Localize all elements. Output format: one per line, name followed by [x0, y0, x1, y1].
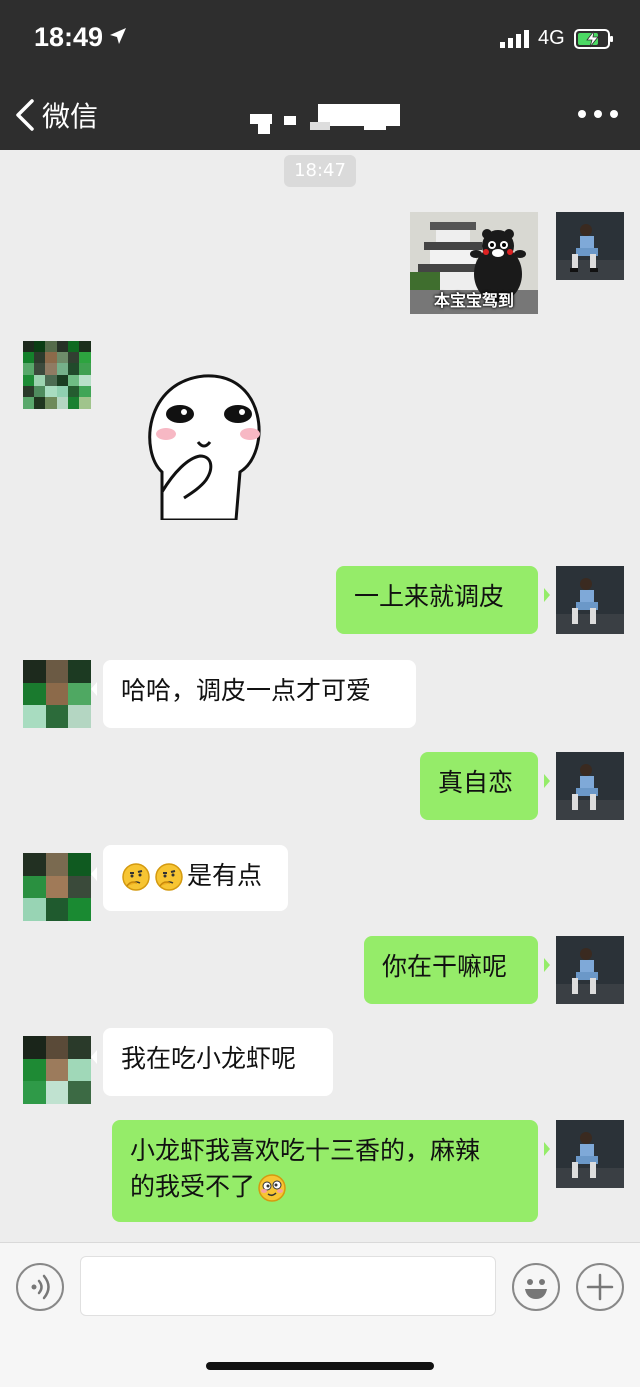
my-avatar[interactable]: [556, 566, 624, 634]
contact-message-bubble[interactable]: 是有点: [91, 845, 288, 911]
plus-button[interactable]: [576, 1263, 624, 1311]
message-input-bar: [0, 1242, 640, 1387]
user-avatar-photo: [556, 1120, 624, 1188]
thinking-emoji-icon: [155, 863, 183, 891]
chat-title-redacted: [250, 104, 400, 134]
signal-icon: [500, 30, 529, 48]
dizzy-emoji-icon: [258, 1174, 286, 1202]
back-label: 微信: [42, 100, 99, 133]
my-message-bubble[interactable]: 一上来就调皮: [336, 566, 550, 634]
location-arrow-icon: [110, 28, 126, 44]
voice-button[interactable]: [16, 1263, 64, 1311]
message-text: 你在干嘛呢: [382, 952, 508, 981]
back-button[interactable]: 微信: [14, 96, 98, 134]
sticker-caption: 本宝宝驾到: [433, 291, 514, 310]
my-message-bubble[interactable]: 你在干嘛呢: [364, 936, 550, 1004]
pixelated-avatar: [23, 1036, 91, 1104]
my-avatar[interactable]: [556, 212, 624, 280]
home-indicator[interactable]: [206, 1362, 434, 1370]
message-text-line1: 小龙虾我喜欢吃十三香的，麻辣: [130, 1136, 481, 1165]
message-text: 我在吃小龙虾呢: [121, 1044, 297, 1073]
my-message-bubble[interactable]: 小龙虾我喜欢吃十三香的，麻辣 的我受不了: [112, 1120, 550, 1222]
message-text-line2: 的我受不了: [130, 1172, 256, 1201]
sticker-message-blob[interactable]: [140, 372, 270, 522]
contact-avatar[interactable]: [23, 853, 91, 921]
thinking-emoji-icon: [122, 863, 150, 891]
user-avatar-photo: [556, 752, 624, 820]
message-input[interactable]: [80, 1256, 496, 1316]
user-avatar-photo: [556, 566, 624, 634]
my-avatar[interactable]: [556, 752, 624, 820]
chevron-left-icon: [16, 99, 34, 131]
my-message-bubble[interactable]: 真自恋: [420, 752, 550, 820]
battery-charging-icon: [574, 29, 613, 49]
contact-message-bubble[interactable]: 我在吃小龙虾呢: [91, 1028, 333, 1096]
status-bar: 18:49 4G: [0, 0, 640, 80]
message-text: 哈哈，调皮一点才可爱: [121, 676, 372, 705]
pixelated-avatar: [23, 660, 91, 728]
message-text: 一上来就调皮: [354, 582, 505, 611]
voice-icon: [31, 1274, 50, 1300]
emoji-button[interactable]: [512, 1263, 560, 1311]
message-timestamp: 18:47: [284, 155, 356, 187]
emoji-icon: [525, 1279, 547, 1299]
status-time: 18:49: [34, 22, 104, 52]
user-avatar-photo: [556, 212, 624, 280]
contact-avatar[interactable]: [23, 341, 91, 409]
chat-header: 微信: [0, 80, 640, 150]
my-avatar[interactable]: [556, 1120, 624, 1188]
shy-blob-sticker: [148, 374, 261, 522]
network-type: 4G: [538, 27, 565, 49]
sticker-message-kumamon[interactable]: 本宝宝驾到: [410, 212, 538, 314]
contact-avatar[interactable]: [23, 1036, 91, 1104]
message-text: 真自恋: [438, 768, 514, 797]
pixelated-avatar: [23, 341, 91, 409]
message-text: 是有点: [187, 861, 263, 890]
contact-avatar[interactable]: [23, 660, 91, 728]
more-options-icon[interactable]: [578, 104, 618, 124]
user-avatar-photo: [556, 936, 624, 1004]
my-avatar[interactable]: [556, 936, 624, 1004]
plus-icon: [586, 1273, 614, 1301]
pixelated-avatar: [23, 853, 91, 921]
contact-message-bubble[interactable]: 哈哈，调皮一点才可爱: [91, 660, 416, 728]
